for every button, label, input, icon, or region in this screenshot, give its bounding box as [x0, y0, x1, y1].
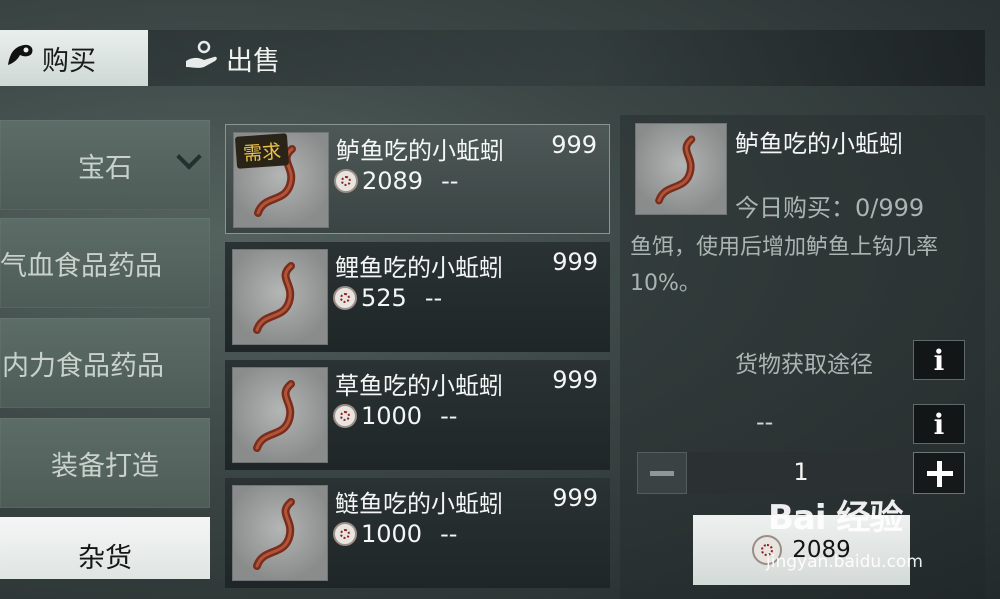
- source-value: --: [756, 408, 774, 436]
- category-label: 宝石: [78, 152, 132, 184]
- worm-icon: 需求: [233, 132, 329, 228]
- worm-icon: [635, 123, 727, 215]
- tab-sell[interactable]: 出售: [148, 30, 348, 86]
- item-price: 525: [361, 284, 407, 312]
- info-button[interactable]: i: [913, 404, 965, 444]
- item-extra: --: [424, 284, 443, 312]
- bag-icon: [4, 39, 42, 78]
- quantity-stepper: 1: [637, 452, 965, 494]
- item-name: 鲈鱼吃的小蚯蚓: [336, 137, 504, 165]
- category-hp-food[interactable]: 气血食品药品: [0, 218, 210, 308]
- category-label: 装备打造: [51, 450, 159, 482]
- quantity-value[interactable]: 1: [787, 458, 815, 486]
- watermark-logo: Bai 经验: [768, 498, 903, 538]
- item-name: 鲢鱼吃的小蚯蚓: [335, 490, 503, 518]
- tab-buy[interactable]: 购买: [0, 30, 148, 86]
- item-stock: 999: [552, 484, 598, 512]
- category-label: 杂货: [78, 543, 132, 574]
- category-label: 内力食品药品: [2, 350, 164, 382]
- item-price: 1000: [361, 520, 423, 548]
- tab-buy-label: 购买: [42, 45, 96, 77]
- category-mp-food[interactable]: 内力食品药品: [0, 318, 210, 408]
- worm-icon: [232, 367, 328, 463]
- source-label: 货物获取途径: [735, 352, 873, 378]
- list-item[interactable]: 鲤鱼吃的小蚯蚓 999 525 --: [225, 242, 610, 352]
- item-stock: 999: [552, 248, 598, 276]
- worm-icon: [232, 485, 328, 581]
- decrease-button[interactable]: [637, 452, 687, 494]
- item-name: 草鱼吃的小蚯蚓: [335, 372, 503, 400]
- detail-item-name: 鲈鱼吃的小蚯蚓: [735, 130, 903, 158]
- info-icon: i: [933, 407, 945, 441]
- category-equipment-crafting[interactable]: 装备打造: [0, 418, 210, 508]
- tab-sell-label: 出售: [226, 45, 280, 77]
- list-item[interactable]: 需求 鲈鱼吃的小蚯蚓 999 2089 --: [225, 124, 610, 234]
- daily-purchase-limit: 今日购买：0/999: [735, 194, 925, 222]
- chevron-down-icon: [176, 144, 202, 170]
- list-item[interactable]: 鲢鱼吃的小蚯蚓 999 1000 --: [225, 478, 610, 588]
- source-info-button[interactable]: i: [913, 340, 965, 380]
- coin-icon: [333, 522, 357, 546]
- baidu-watermark: Bai 经验 jingyan.baidu.com: [766, 490, 923, 572]
- category-gems[interactable]: 宝石: [0, 120, 210, 210]
- worm-icon: [232, 249, 328, 345]
- item-stock: 999: [551, 131, 597, 159]
- item-description: 鱼饵，使用后增加鲈鱼上钩几率10%。: [630, 235, 939, 296]
- category-label: 气血食品药品: [0, 250, 162, 282]
- list-item[interactable]: 草鱼吃的小蚯蚓 999 1000 --: [225, 360, 610, 470]
- item-price: 2089: [362, 167, 424, 195]
- item-name: 鲤鱼吃的小蚯蚓: [335, 254, 503, 282]
- item-price-row: 2089 --: [334, 167, 458, 195]
- demand-badge: 需求: [234, 133, 290, 169]
- watermark-url: jingyan.baidu.com: [766, 552, 923, 572]
- item-stock: 999: [552, 366, 598, 394]
- item-price-row: 525 --: [333, 284, 442, 312]
- item-price-row: 1000 --: [333, 402, 457, 430]
- category-misc[interactable]: 杂货: [0, 517, 210, 579]
- info-icon: i: [933, 343, 945, 377]
- coin-icon: [333, 404, 357, 428]
- hand-coin-icon: [184, 39, 226, 78]
- coin-icon: [333, 286, 357, 310]
- coin-icon: [334, 169, 358, 193]
- item-extra: --: [441, 167, 459, 195]
- item-extra: --: [440, 520, 458, 548]
- item-extra: --: [440, 402, 458, 430]
- item-price-row: 1000 --: [333, 520, 457, 548]
- increase-button[interactable]: [913, 452, 965, 494]
- item-price: 1000: [361, 402, 423, 430]
